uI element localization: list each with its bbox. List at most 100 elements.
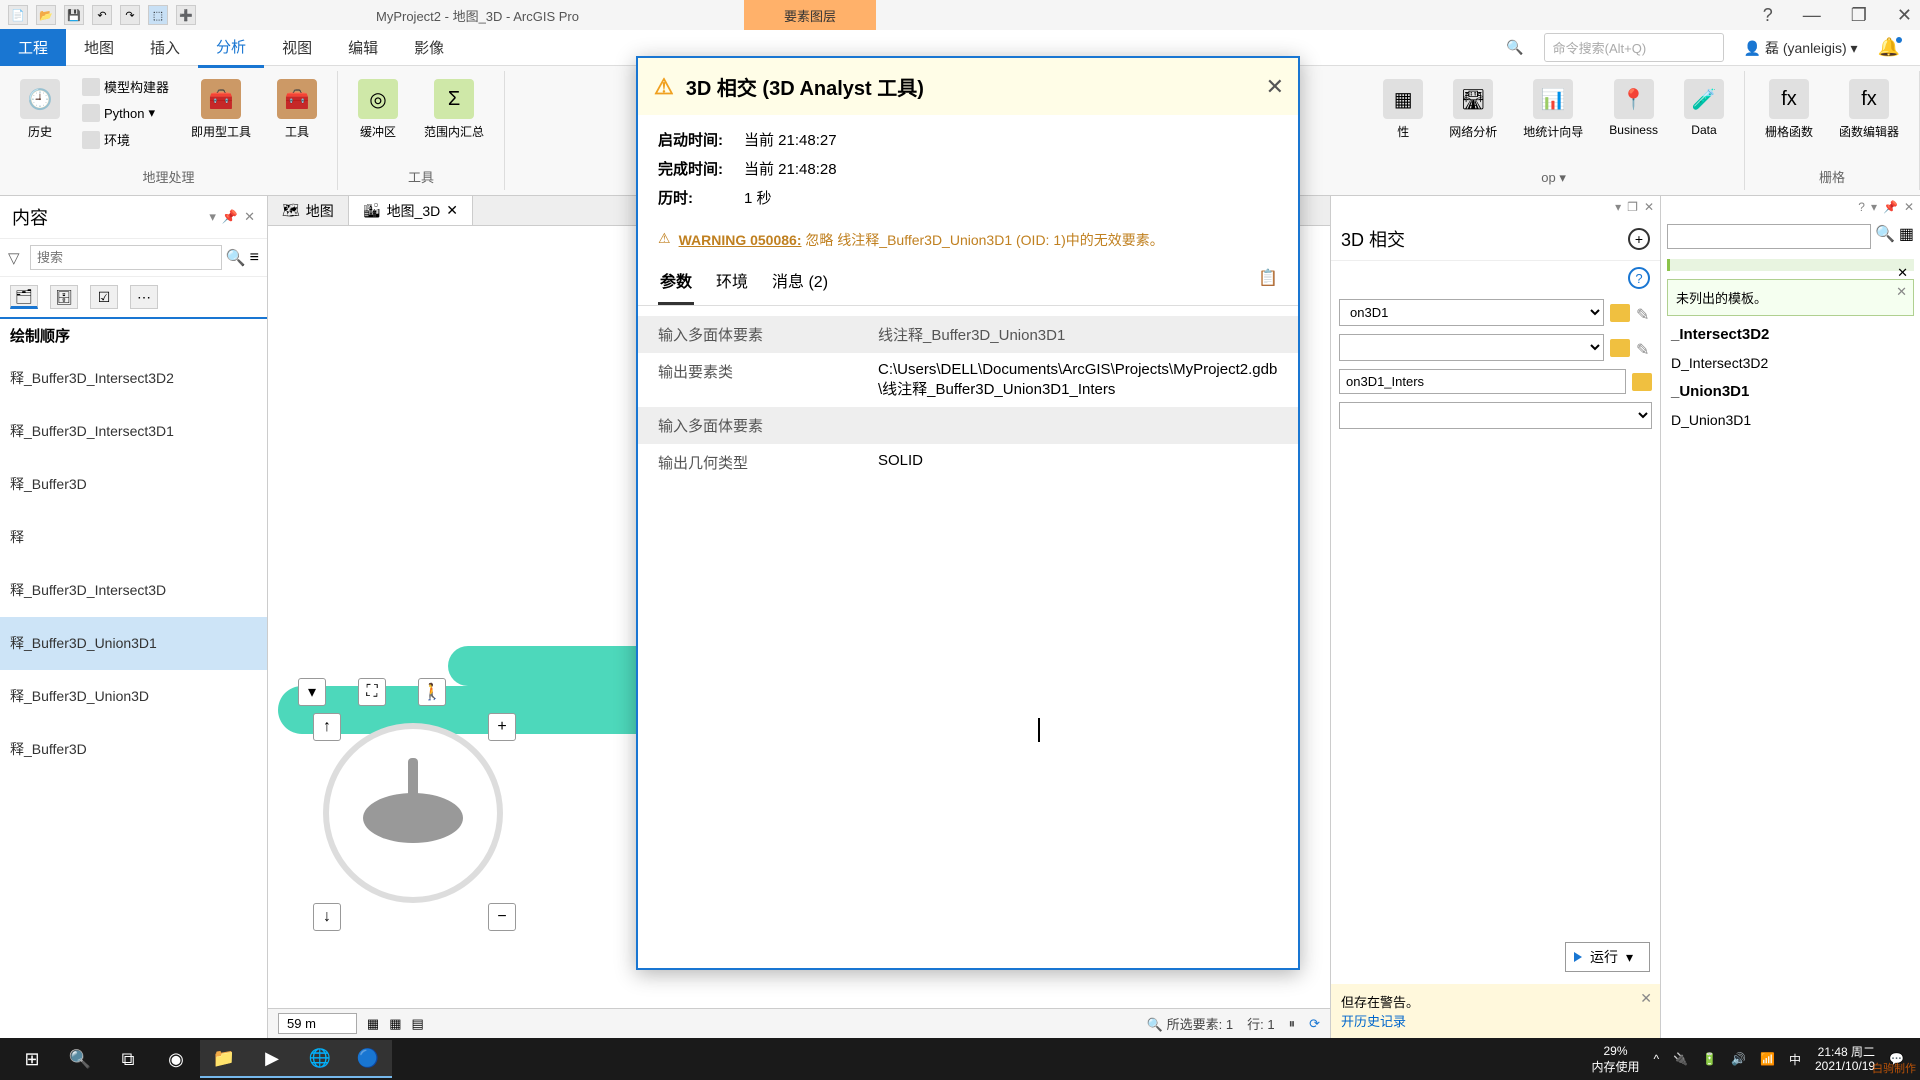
context-tab-feature-layer[interactable]: 要素图层 [744, 0, 876, 30]
template-group[interactable]: _Union3D1 [1661, 377, 1920, 406]
app-edge[interactable]: 🌐 [296, 1040, 344, 1078]
folder-icon[interactable] [1610, 304, 1630, 322]
tray-volume-icon[interactable]: 🔊 [1731, 1052, 1746, 1066]
pencil-icon[interactable]: ✎ [1636, 305, 1652, 321]
new-project-icon[interactable]: 📄 [8, 5, 28, 25]
toc-item[interactable]: 释_Buffer3D [0, 458, 267, 511]
filter-icon[interactable]: ▽ [8, 249, 26, 267]
map-tab-2d[interactable]: 🗺地图 [268, 196, 349, 225]
summarize-within-button[interactable]: Σ范围内汇总 [416, 75, 492, 144]
scale-box[interactable]: 59 m [278, 1013, 357, 1034]
app-video[interactable]: ▶ [248, 1040, 296, 1078]
maximize-icon[interactable]: ❐ [1851, 5, 1867, 26]
cf-close-icon[interactable]: ✕ [1904, 200, 1914, 214]
folder-icon[interactable] [1610, 339, 1630, 357]
network-analysis-button[interactable]: 🛣网络分析 [1441, 75, 1505, 144]
gp-warning-close-icon[interactable]: ✕ [1640, 990, 1652, 1007]
tab-imagery[interactable]: 影像 [396, 29, 462, 66]
template-menu-icon[interactable]: ▦ [1899, 224, 1914, 249]
app-explorer[interactable]: 📁 [200, 1040, 248, 1078]
list-by-selection-icon[interactable]: ☑ [90, 285, 118, 309]
battery-status[interactable]: 29%内存使用 [1592, 1044, 1640, 1075]
list-more-icon[interactable]: ⋯ [130, 285, 158, 309]
tab-project[interactable]: 工程 [0, 29, 66, 66]
run-button[interactable]: 运行 ▾ [1565, 942, 1650, 972]
geostat-wizard-button[interactable]: 📊地统计向导 [1515, 75, 1591, 144]
warning-code-link[interactable]: WARNING 050086: [679, 232, 802, 248]
gp-restore-icon[interactable]: ❐ [1627, 200, 1638, 214]
folder-icon[interactable] [1632, 373, 1652, 391]
search-button[interactable]: 🔍 [56, 1040, 104, 1078]
list-by-source-icon[interactable]: 🗄 [50, 285, 78, 309]
gp-output-type[interactable] [1339, 402, 1652, 429]
template-search[interactable] [1667, 224, 1871, 249]
open-project-icon[interactable]: 📂 [36, 5, 56, 25]
data-button[interactable]: 🧪Data [1676, 75, 1732, 141]
tray-power-icon[interactable]: 🔌 [1673, 1052, 1688, 1066]
popup-tab-params[interactable]: 参数 [658, 258, 694, 305]
search-menu-icon[interactable]: ≡ [250, 249, 259, 267]
buffer-button[interactable]: ◎缓冲区 [350, 75, 406, 144]
tools-button[interactable]: 🧰工具 [269, 75, 325, 144]
environments-button[interactable]: 环境 [78, 128, 173, 151]
contents-search[interactable] [30, 245, 222, 270]
search-go-icon[interactable]: 🔍 [226, 248, 246, 268]
template-group[interactable]: _Intersect3D2 [1661, 320, 1920, 349]
warn-close-icon[interactable]: ✕ [1896, 284, 1907, 300]
explore-icon[interactable]: ⬚ [148, 5, 168, 25]
tab-analysis[interactable]: 分析 [198, 28, 264, 68]
template-item[interactable]: D_Intersect3D2 [1661, 349, 1920, 377]
minimize-icon[interactable]: — [1803, 5, 1821, 26]
modelbuilder-button[interactable]: 模型构建器 [78, 75, 173, 98]
map-tab-3d[interactable]: 🏙地图_3D✕ [349, 196, 473, 225]
dropdown-icon[interactable]: ▾ [209, 209, 216, 225]
toc-item[interactable]: 释_Buffer3D_Intersect3D2 [0, 352, 267, 405]
pencil-icon[interactable]: ✎ [1636, 340, 1652, 356]
suitability-button[interactable]: ▦性 [1375, 75, 1431, 144]
add-data-icon[interactable]: ➕ [176, 5, 196, 25]
snap-icon[interactable]: ▦ [389, 1016, 401, 1032]
gp-add-icon[interactable]: + [1628, 228, 1650, 250]
pin-icon[interactable]: 📌 [222, 209, 238, 225]
ready-tools-button[interactable]: 🧰即用型工具 [183, 75, 259, 144]
refresh-icon[interactable]: ⟳ [1309, 1016, 1320, 1032]
gp-output-fc[interactable] [1339, 369, 1626, 394]
toc-item[interactable]: 释_Buffer3D_Union3D [0, 670, 267, 723]
tab-view[interactable]: 视图 [264, 29, 330, 66]
cf-pin-icon[interactable]: 📌 [1883, 200, 1898, 214]
app-arcgis[interactable]: 🔵 [344, 1040, 392, 1078]
tab-map[interactable]: 地图 [66, 29, 132, 66]
command-search[interactable]: 命令搜索(Alt+Q) [1544, 33, 1724, 62]
nav-pedestrian-icon[interactable]: 🚶 [418, 678, 446, 706]
cf-dropdown-icon[interactable]: ▾ [1871, 200, 1877, 214]
search-icon[interactable]: 🔍 [1875, 224, 1895, 249]
nav-zoom-in-icon[interactable]: + [488, 713, 516, 741]
tray-wifi-icon[interactable]: 📶 [1760, 1052, 1775, 1066]
notifications-icon[interactable]: 🔔 [1878, 37, 1900, 58]
help-icon[interactable]: ? [1763, 5, 1773, 26]
gp-input-multipatch-2[interactable] [1339, 334, 1604, 361]
gp-close-icon[interactable]: ✕ [1644, 200, 1654, 214]
tray-up-icon[interactable]: ^ [1654, 1052, 1660, 1066]
nav-down-icon[interactable]: ↓ [313, 903, 341, 931]
raster-functions-button[interactable]: fx栅格函数 [1757, 75, 1821, 144]
toc-item[interactable]: 释_Buffer3D_Intersect3D1 [0, 405, 267, 458]
grid-icon[interactable]: ▦ [367, 1016, 379, 1032]
gp-input-multipatch[interactable]: on3D1 [1339, 299, 1604, 326]
business-button[interactable]: 📍Business [1601, 75, 1666, 141]
tab-edit[interactable]: 编辑 [330, 29, 396, 66]
pause-icon[interactable]: ⏸ [1289, 1016, 1296, 1032]
function-editor-button[interactable]: fx函数编辑器 [1831, 75, 1907, 144]
popup-close-icon[interactable]: ✕ [1266, 74, 1284, 100]
nav-up-icon[interactable]: ↑ [313, 713, 341, 741]
clock[interactable]: 21:48 周二2021/10/19 [1815, 1045, 1875, 1074]
gp-dropdown-icon[interactable]: ▾ [1615, 200, 1621, 214]
task-view-button[interactable]: ⧉ [104, 1040, 152, 1078]
gp-help-icon[interactable]: ? [1628, 267, 1650, 289]
close-panel-icon[interactable]: ✕ [244, 209, 255, 225]
start-button[interactable]: ⊞ [8, 1040, 56, 1078]
app-obs[interactable]: ◉ [152, 1040, 200, 1078]
tab-insert[interactable]: 插入 [132, 29, 198, 66]
user-badge[interactable]: 👤 磊 (yanleigis) ▾ [1744, 38, 1858, 58]
navigator-widget[interactable]: ▾ ⛶ 🚶 ↑ + ↓ − [288, 678, 538, 958]
